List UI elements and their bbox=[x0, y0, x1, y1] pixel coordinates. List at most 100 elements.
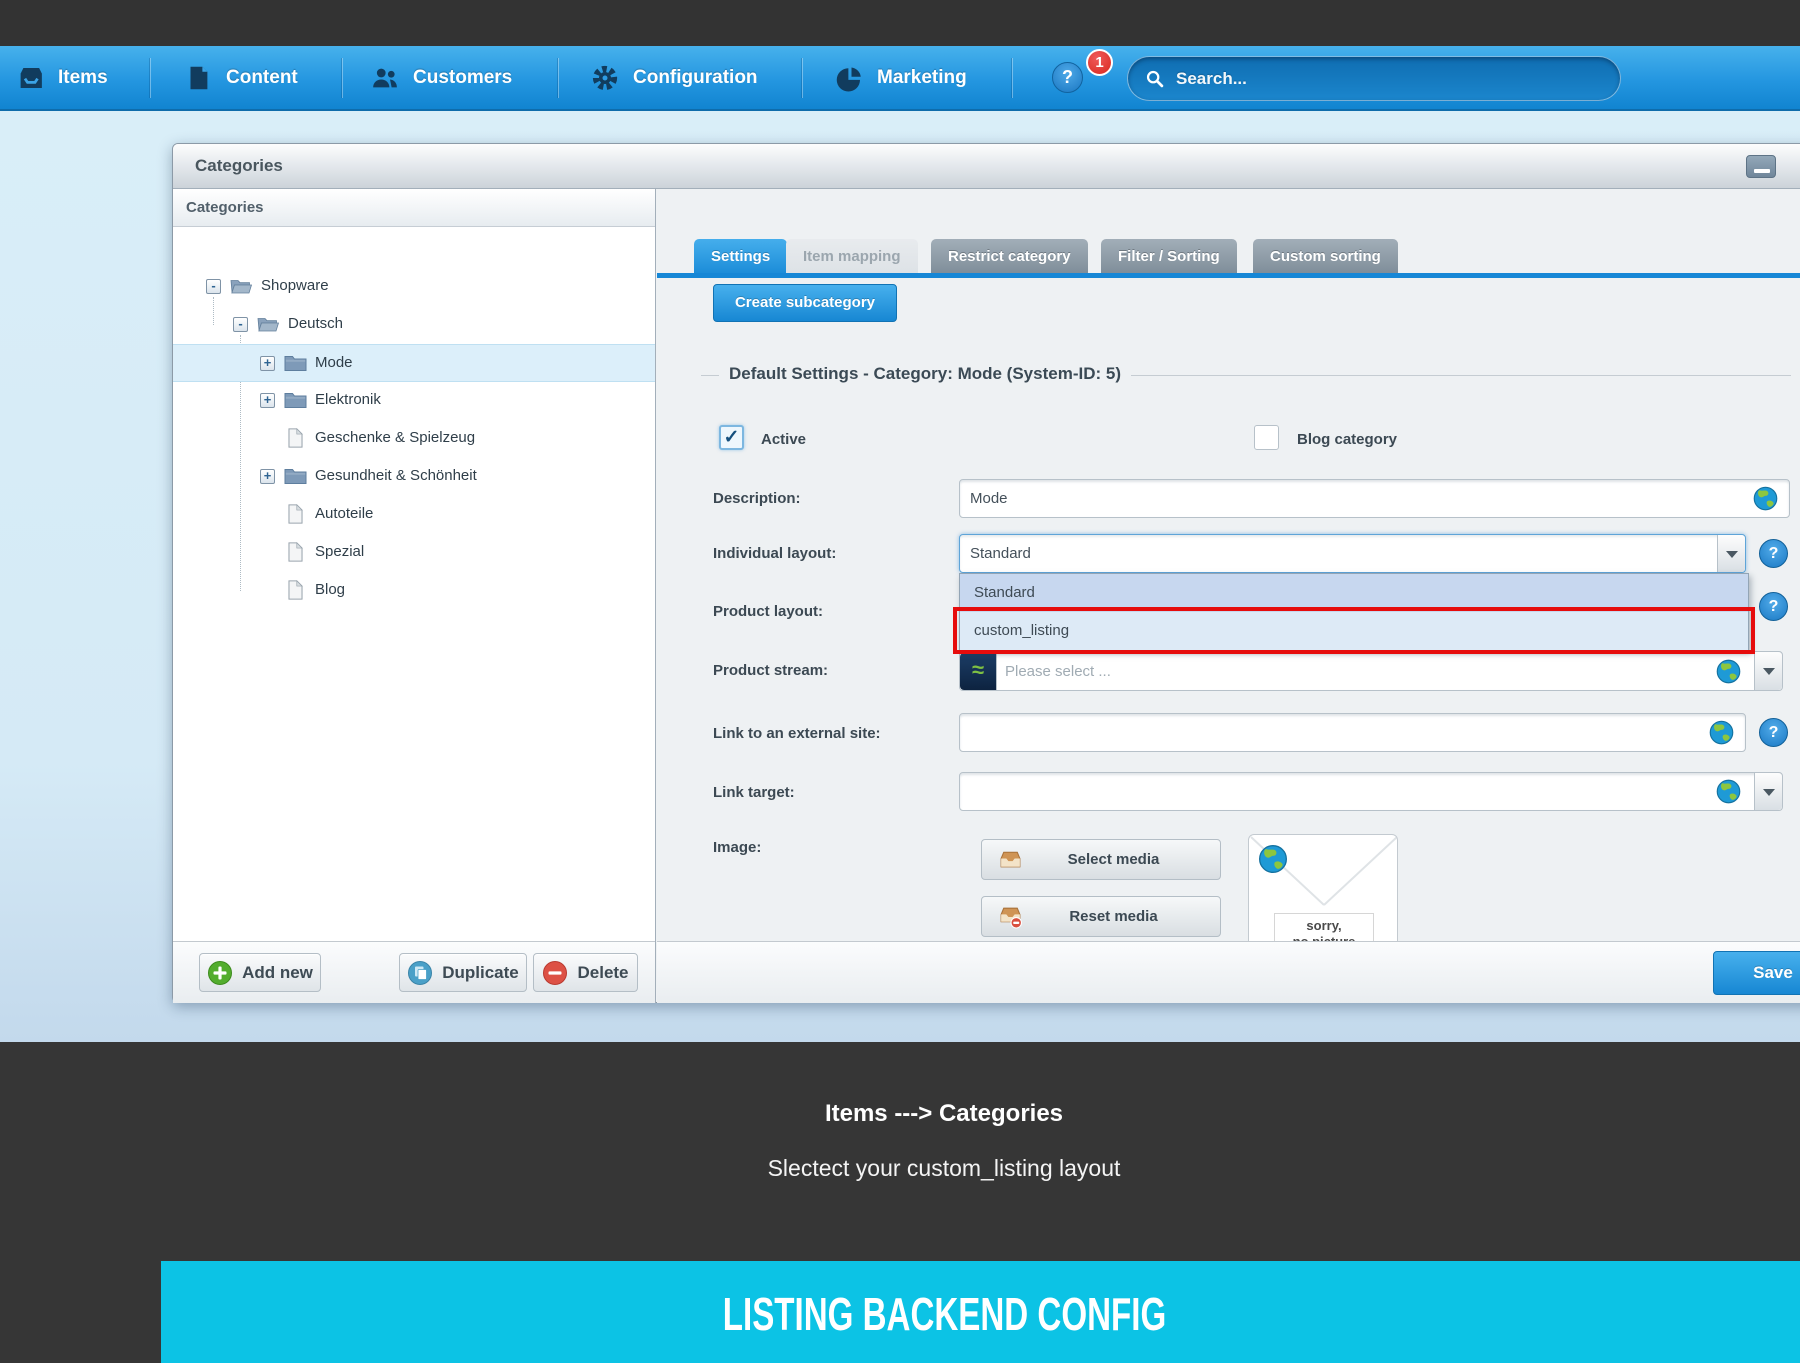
tree-node-mode[interactable]: + Mode bbox=[173, 344, 655, 382]
tree-panel-header: Categories bbox=[173, 189, 655, 227]
tree-node-label: Gesundheit & Schönheit bbox=[315, 467, 477, 484]
main-navbar: Items Content Customers Configuration Market… bbox=[0, 46, 1800, 111]
nav-item-items[interactable]: Items bbox=[15, 46, 108, 109]
collapse-icon[interactable]: - bbox=[206, 279, 221, 294]
add-new-button[interactable]: Add new bbox=[199, 953, 321, 992]
tree-node-label: Mode bbox=[315, 354, 353, 371]
add-new-label: Add new bbox=[242, 963, 313, 983]
product-layout-help-icon[interactable]: ? bbox=[1759, 592, 1788, 621]
description-label: Description: bbox=[713, 490, 801, 507]
minimize-icon[interactable] bbox=[1746, 155, 1776, 178]
folder-open-icon bbox=[257, 314, 280, 334]
window-titlebar[interactable]: Categories bbox=[173, 144, 1800, 189]
globe-icon bbox=[1708, 719, 1735, 746]
active-checkbox[interactable]: ✓ bbox=[719, 425, 744, 450]
custom-listing-highlight-box bbox=[953, 607, 1755, 654]
checkmark-icon: ✓ bbox=[721, 427, 742, 448]
inbox-icon bbox=[15, 63, 45, 93]
tree-node-elektronik[interactable]: + Elektronik bbox=[173, 382, 655, 420]
product-stream-field[interactable]: ≈ Please select ... bbox=[959, 651, 1783, 691]
nav-item-label: Customers bbox=[413, 67, 512, 89]
nav-item-label: Configuration bbox=[633, 67, 758, 89]
search-input[interactable]: Search... bbox=[1127, 56, 1621, 101]
link-external-help-icon[interactable]: ? bbox=[1759, 718, 1788, 747]
nav-item-configuration[interactable]: Configuration bbox=[590, 46, 758, 109]
individual-layout-help-icon[interactable]: ? bbox=[1759, 539, 1788, 568]
settings-panel: SettingsItem mapping Restrict category Fil… bbox=[657, 189, 1800, 1003]
expand-icon[interactable]: + bbox=[260, 469, 275, 484]
category-tree: - Shopware - Deutsch + Mode + Elektronik Geschen… bbox=[173, 227, 655, 941]
tree-node-label: Deutsch bbox=[288, 315, 343, 332]
tree-node-deutsch[interactable]: - Deutsch bbox=[173, 306, 655, 344]
nav-separator bbox=[558, 58, 559, 98]
nav-item-customers[interactable]: Customers bbox=[370, 46, 512, 109]
chevron-down-icon[interactable] bbox=[1754, 652, 1782, 690]
individual-layout-label: Individual layout: bbox=[713, 545, 836, 562]
duplicate-button[interactable]: Duplicate bbox=[399, 953, 527, 992]
reset-media-button[interactable]: Reset media bbox=[981, 896, 1221, 937]
globe-icon bbox=[1715, 778, 1742, 805]
notification-badge[interactable]: 1 bbox=[1086, 49, 1113, 76]
tree-node-geschenke-spielzeug[interactable]: Geschenke & Spielzeug bbox=[173, 420, 655, 458]
nav-item-content[interactable]: Content bbox=[183, 46, 298, 109]
tab-settings[interactable]: Settings bbox=[694, 239, 787, 274]
tab-filter-sorting[interactable]: Filter / Sorting bbox=[1101, 239, 1237, 274]
globe-icon bbox=[1715, 658, 1742, 685]
settings-footer: Save bbox=[657, 941, 1800, 1003]
collapse-icon[interactable]: - bbox=[233, 317, 248, 332]
top-dark-strip bbox=[0, 0, 1800, 46]
expand-icon[interactable]: + bbox=[260, 356, 275, 371]
media-reset-icon bbox=[998, 904, 1023, 929]
image-label: Image: bbox=[713, 839, 761, 856]
tree-toolbar: Add new Duplicate Delete bbox=[173, 941, 655, 1003]
link-external-input[interactable] bbox=[959, 713, 1746, 752]
description-input[interactable]: Mode bbox=[959, 479, 1790, 518]
expand-icon[interactable]: + bbox=[260, 393, 275, 408]
tree-node-blog[interactable]: Blog bbox=[173, 572, 655, 610]
chevron-down-icon[interactable] bbox=[1754, 773, 1782, 810]
tab-restrict-category[interactable]: Restrict category bbox=[931, 239, 1088, 274]
help-icon[interactable]: ? bbox=[1052, 62, 1083, 93]
tab-custom-sorting[interactable]: Custom sorting bbox=[1253, 239, 1398, 274]
tree-node-spezial[interactable]: Spezial bbox=[173, 534, 655, 572]
tree-node-label: Geschenke & Spielzeug bbox=[315, 429, 475, 446]
category-tree-panel: Categories - Shopware - Deutsch + Mode + Elektr… bbox=[173, 189, 656, 1003]
nav-item-label: Marketing bbox=[877, 67, 967, 89]
tree-node-label: Shopware bbox=[261, 277, 329, 294]
tab-item-mapping: Item mapping bbox=[786, 239, 918, 274]
folder-icon bbox=[284, 390, 307, 410]
page-icon bbox=[284, 504, 307, 524]
create-subcategory-button[interactable]: Create subcategory bbox=[713, 284, 897, 322]
link-target-field[interactable] bbox=[959, 772, 1783, 811]
active-label: Active bbox=[761, 431, 806, 448]
description-value: Mode bbox=[970, 490, 1752, 507]
tree-node-autoteile[interactable]: Autoteile bbox=[173, 496, 655, 534]
tree-node-label: Elektronik bbox=[315, 391, 381, 408]
product-layout-label: Product layout: bbox=[713, 603, 823, 620]
select-media-label: Select media bbox=[1037, 851, 1190, 868]
individual-layout-combobox[interactable]: Standard bbox=[959, 534, 1746, 573]
nav-item-marketing[interactable]: Marketing bbox=[834, 46, 967, 109]
blog-category-checkbox[interactable]: ✓ bbox=[1254, 425, 1279, 450]
caption-title: Items ---> Categories bbox=[44, 1100, 1800, 1128]
blog-category-label: Blog category bbox=[1297, 431, 1397, 448]
chevron-down-icon[interactable] bbox=[1717, 535, 1745, 572]
folder-icon bbox=[284, 466, 307, 486]
tab-strip: SettingsItem mapping Restrict category Fil… bbox=[657, 239, 1800, 274]
delete-button[interactable]: Delete bbox=[533, 953, 638, 992]
product-stream-icon: ≈ bbox=[960, 653, 997, 690]
page-icon bbox=[284, 580, 307, 600]
delete-label: Delete bbox=[577, 963, 628, 983]
window-title: Categories bbox=[195, 156, 283, 176]
page-icon bbox=[284, 428, 307, 448]
select-media-button[interactable]: Select media bbox=[981, 839, 1221, 880]
tree-node-shopware[interactable]: - Shopware bbox=[173, 268, 655, 306]
reset-media-label: Reset media bbox=[1037, 908, 1190, 925]
bottom-banner: LISTING BACKEND CONFIG bbox=[161, 1261, 1800, 1363]
plus-circle-icon bbox=[207, 960, 233, 986]
tab-underline bbox=[657, 273, 1800, 278]
tree-node-gesundheit-sch-nheit[interactable]: + Gesundheit & Schönheit bbox=[173, 458, 655, 496]
nav-item-label: Content bbox=[226, 67, 298, 89]
globe-icon bbox=[1752, 485, 1779, 512]
save-button[interactable]: Save bbox=[1713, 951, 1800, 995]
